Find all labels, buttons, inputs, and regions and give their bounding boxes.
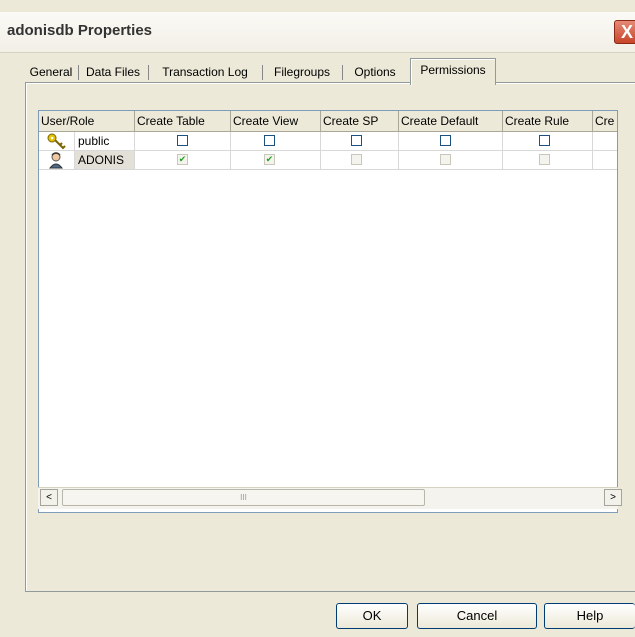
checkbox[interactable] <box>264 135 275 146</box>
column-header-create-sp[interactable]: Create SP <box>321 111 399 132</box>
tab-filegroups[interactable]: Filegroups <box>265 62 339 83</box>
horizontal-scrollbar[interactable]: < III > <box>38 487 622 509</box>
tab-separator <box>342 65 343 80</box>
tab-separator <box>148 65 149 80</box>
table-row-selected[interactable]: ADONIS ✔ ✔ <box>39 151 617 170</box>
checkbox[interactable] <box>351 135 362 146</box>
tab-general[interactable]: General <box>27 62 75 83</box>
row-icon-cell <box>39 151 75 170</box>
cell-create-rule <box>503 132 593 151</box>
permissions-grid[interactable]: User/Role Create Table Create View Creat… <box>38 110 618 513</box>
checkbox-checked[interactable]: ✔ <box>264 154 275 165</box>
title-bar[interactable]: adonisdb Properties X <box>0 12 635 53</box>
arrow-left-icon: < <box>46 492 52 503</box>
cell-create-table <box>135 132 231 151</box>
scroll-left-button[interactable]: < <box>40 489 58 506</box>
key-icon <box>47 133 66 150</box>
close-icon: X <box>620 22 633 42</box>
column-header-cre[interactable]: Cre <box>593 111 617 132</box>
cell-cre <box>593 151 617 170</box>
checkbox[interactable] <box>539 135 550 146</box>
cell-create-rule <box>503 151 593 170</box>
column-header-create-table[interactable]: Create Table <box>135 111 231 132</box>
user-icon <box>48 152 64 169</box>
cell-create-default <box>399 132 503 151</box>
row-name: ADONIS <box>75 151 135 170</box>
cell-create-table: ✔ <box>135 151 231 170</box>
row-name: public <box>75 132 135 151</box>
row-icon-cell <box>39 132 75 151</box>
tab-separator <box>78 65 79 80</box>
close-button[interactable]: X <box>614 20 635 44</box>
table-row[interactable]: public <box>39 132 617 151</box>
column-header-user-role[interactable]: User/Role <box>39 111 135 132</box>
checkbox[interactable] <box>539 154 550 165</box>
cell-create-default <box>399 151 503 170</box>
checkbox[interactable] <box>351 154 362 165</box>
cell-create-view <box>231 132 321 151</box>
checkbox-checked[interactable]: ✔ <box>177 154 188 165</box>
tab-separator <box>262 65 263 80</box>
column-header-create-default[interactable]: Create Default <box>399 111 503 132</box>
column-header-create-rule[interactable]: Create Rule <box>503 111 593 132</box>
tab-transaction-log[interactable]: Transaction Log <box>151 62 259 83</box>
scroll-thumb[interactable]: III <box>62 489 425 506</box>
checkbox[interactable] <box>177 135 188 146</box>
arrow-right-icon: > <box>610 492 616 503</box>
cell-cre <box>593 132 617 151</box>
checkbox[interactable] <box>440 154 451 165</box>
tab-permissions[interactable]: Permissions <box>410 58 496 85</box>
tab-data-files[interactable]: Data Files <box>81 62 145 83</box>
cell-create-sp <box>321 132 399 151</box>
ok-button[interactable]: OK <box>336 603 408 629</box>
help-button[interactable]: Help <box>544 603 635 629</box>
cell-create-sp <box>321 151 399 170</box>
tab-options[interactable]: Options <box>345 62 405 83</box>
cell-create-view: ✔ <box>231 151 321 170</box>
scroll-right-button[interactable]: > <box>604 489 622 506</box>
properties-dialog: adonisdb Properties X General Data Files… <box>0 0 635 637</box>
grip-icon: III <box>240 493 247 502</box>
column-header-create-view[interactable]: Create View <box>231 111 321 132</box>
window-title: adonisdb Properties <box>7 22 153 39</box>
cancel-button[interactable]: Cancel <box>417 603 537 629</box>
checkbox[interactable] <box>440 135 451 146</box>
